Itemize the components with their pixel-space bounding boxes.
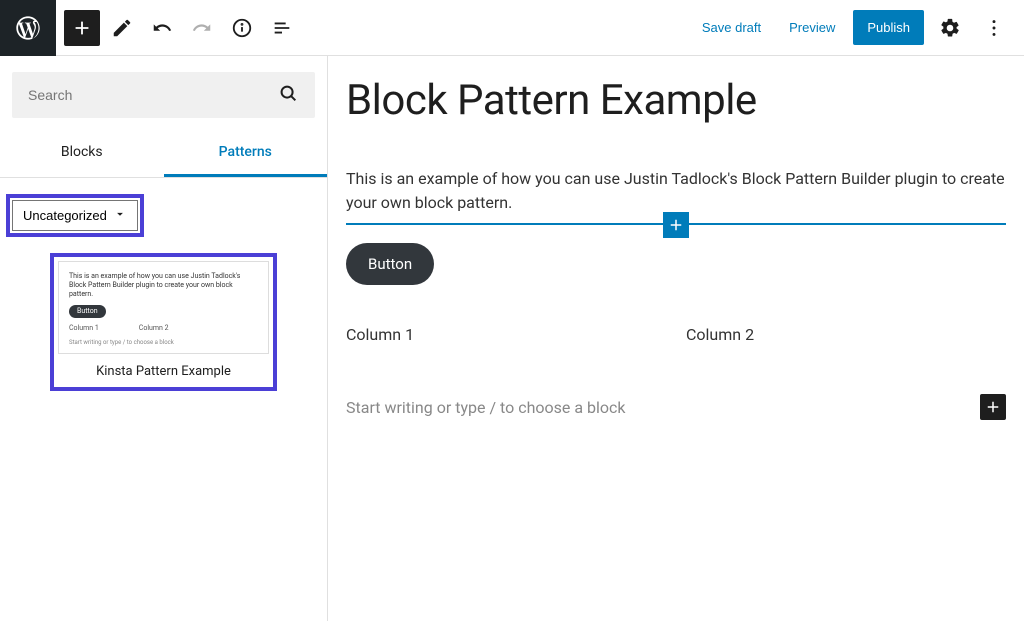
main-area: Blocks Patterns Uncategorized This is an…	[0, 56, 1024, 621]
column-1[interactable]: Column 1	[346, 325, 666, 344]
pattern-preview-thumbnail: This is an example of how you can use Ju…	[58, 261, 269, 354]
edit-mode-button[interactable]	[104, 10, 140, 46]
highlight-box-category: Uncategorized	[6, 194, 144, 237]
pattern-item[interactable]: This is an example of how you can use Ju…	[58, 261, 269, 383]
preview-button[interactable]: Preview	[779, 12, 845, 43]
settings-button[interactable]	[932, 10, 968, 46]
column-2[interactable]: Column 2	[686, 325, 1006, 344]
inserter-tabs: Blocks Patterns	[0, 130, 327, 178]
appender-placeholder-text: Start writing or type / to choose a bloc…	[346, 398, 626, 417]
pattern-category-select[interactable]: Uncategorized	[12, 200, 138, 231]
info-button[interactable]	[224, 10, 260, 46]
add-block-button[interactable]	[64, 10, 100, 46]
wordpress-logo[interactable]	[0, 0, 56, 56]
chevron-down-icon	[113, 207, 127, 224]
add-block-trailing-button[interactable]	[980, 394, 1006, 420]
toolbar-right-group: Save draft Preview Publish	[692, 10, 1024, 46]
post-title[interactable]: Block Pattern Example	[346, 76, 1006, 125]
redo-button[interactable]	[184, 10, 220, 46]
paragraph-block[interactable]: This is an example of how you can use Ju…	[346, 167, 1006, 215]
columns-block[interactable]: Column 1 Column 2	[346, 325, 1006, 344]
more-options-button[interactable]	[976, 10, 1012, 46]
block-inserter-panel: Blocks Patterns Uncategorized This is an…	[0, 56, 328, 621]
outline-button[interactable]	[264, 10, 300, 46]
top-toolbar: Save draft Preview Publish	[0, 0, 1024, 56]
save-draft-button[interactable]: Save draft	[692, 12, 771, 43]
editor-canvas[interactable]: Block Pattern Example This is an example…	[328, 56, 1024, 621]
search-input[interactable]	[28, 87, 277, 103]
pattern-title: Kinsta Pattern Example	[58, 354, 269, 383]
tab-patterns[interactable]: Patterns	[164, 130, 328, 177]
publish-button[interactable]: Publish	[853, 10, 924, 45]
preview-placeholder: Start writing or type / to choose a bloc…	[69, 339, 258, 347]
search-icon	[277, 82, 299, 108]
preview-col2: Column 2	[139, 324, 169, 333]
preview-col1: Column 1	[69, 324, 99, 333]
pattern-category-label: Uncategorized	[23, 208, 107, 223]
preview-body-text: This is an example of how you can use Ju…	[69, 272, 258, 299]
default-block-appender[interactable]: Start writing or type / to choose a bloc…	[346, 394, 1006, 420]
undo-button[interactable]	[144, 10, 180, 46]
preview-button: Button	[69, 305, 106, 318]
toolbar-left-group	[56, 10, 300, 46]
tab-blocks[interactable]: Blocks	[0, 130, 164, 177]
block-selection-border	[346, 223, 1006, 225]
add-block-inline-button[interactable]	[663, 212, 689, 238]
highlight-box-pattern: This is an example of how you can use Ju…	[50, 253, 277, 391]
search-box[interactable]	[12, 72, 315, 118]
button-block[interactable]: Button	[346, 243, 434, 285]
